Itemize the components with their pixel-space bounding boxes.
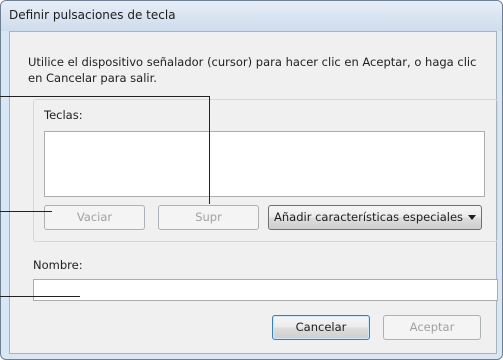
- keys-field[interactable]: [44, 131, 485, 197]
- special-features-value: Añadir características especiales: [274, 210, 464, 224]
- clear-button[interactable]: Vaciar: [44, 205, 145, 230]
- callout-line-keys: [0, 96, 210, 97]
- chevron-down-icon[interactable]: [468, 215, 476, 220]
- ok-button[interactable]: Aceptar: [383, 315, 481, 340]
- title-bar: Definir pulsaciones de tecla: [1, 1, 502, 31]
- instructions-text: Utilice el dispositivo señalador (cursor…: [28, 55, 477, 85]
- callout-line-clear: [0, 211, 52, 212]
- keys-label: Teclas:: [44, 108, 83, 122]
- callout-line-delete: [209, 96, 210, 204]
- delete-button[interactable]: Supr: [158, 205, 259, 230]
- dialog-title: Definir pulsaciones de tecla: [9, 8, 176, 22]
- cancel-button[interactable]: Cancelar: [272, 315, 370, 340]
- callout-line-name: [0, 296, 80, 297]
- name-field[interactable]: [33, 279, 498, 301]
- name-label: Nombre:: [33, 258, 83, 272]
- special-features-dropdown[interactable]: Añadir características especiales: [268, 205, 482, 230]
